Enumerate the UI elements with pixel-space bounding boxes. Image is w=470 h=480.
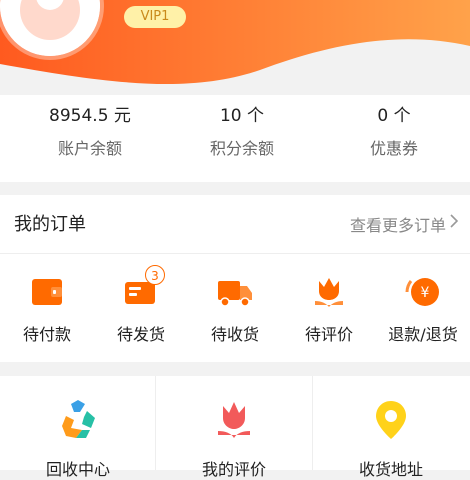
order-item-label: 待评价 — [304, 325, 353, 344]
tool-label: 回收中心 — [45, 460, 110, 479]
divider — [0, 253, 470, 254]
recycle-icon — [62, 400, 95, 438]
stat-points[interactable]: 10 个 积分余额 — [164, 103, 320, 159]
tulip-icon — [218, 402, 250, 438]
order-refund-return[interactable]: ¥ 退款/退货 — [376, 275, 470, 345]
profile-header: VIP1 — [0, 0, 470, 110]
refund-coin-icon: ¥ — [405, 278, 439, 306]
stat-value: 8954.5 元 — [49, 106, 131, 126]
order-pending-receipt[interactable]: 待收货 — [188, 275, 282, 345]
stat-value: 0 个 — [377, 106, 411, 126]
order-pending-payment[interactable]: 待付款 — [0, 275, 94, 345]
stat-balance[interactable]: 8954.5 元 账户余额 — [12, 103, 168, 159]
stat-label: 积分余额 — [209, 139, 274, 158]
stat-value: 10 个 — [219, 106, 265, 126]
recycle-center[interactable]: 回收中心 — [0, 376, 156, 479]
shipping-address[interactable]: 收货地址 — [313, 376, 469, 479]
stat-label: 账户余额 — [57, 139, 122, 158]
vip-badge: VIP1 — [124, 6, 186, 28]
tulip-icon — [315, 278, 343, 307]
my-orders-section: 我的订单 查看更多订单 待付款 3 待发货 待收货 待评价 ¥ 退款/退货 — [0, 195, 470, 362]
order-item-label: 退款/退货 — [388, 325, 458, 344]
order-item-label: 待付款 — [22, 325, 71, 344]
tool-label: 收货地址 — [358, 460, 423, 479]
order-pending-review[interactable]: 待评价 — [282, 275, 376, 345]
order-item-label: 待发货 — [116, 325, 165, 344]
avatar[interactable] — [0, 0, 100, 56]
services-grid: 回收中心 我的评价 收货地址 — [0, 376, 470, 479]
location-pin-icon — [376, 401, 406, 439]
avatar-placeholder-icon — [0, 0, 100, 56]
stat-label: 优惠券 — [369, 139, 418, 158]
view-more-orders-link[interactable]: 查看更多订单 — [350, 212, 446, 236]
account-stats: 8954.5 元 账户余额 10 个 积分余额 0 个 优惠券 — [0, 95, 470, 182]
my-reviews[interactable]: 我的评价 — [156, 376, 312, 479]
stat-coupons[interactable]: 0 个 优惠券 — [316, 103, 470, 159]
order-item-label: 待收货 — [210, 325, 259, 344]
order-pending-shipment[interactable]: 3 待发货 — [94, 265, 188, 345]
chevron-right-icon[interactable] — [450, 214, 458, 228]
orders-title: 我的订单 — [14, 214, 86, 235]
wallet-icon — [32, 279, 62, 305]
tool-label: 我的评价 — [201, 460, 266, 479]
svg-text:¥: ¥ — [421, 285, 430, 301]
order-count-badge: 3 — [145, 265, 165, 285]
truck-icon — [218, 281, 252, 307]
